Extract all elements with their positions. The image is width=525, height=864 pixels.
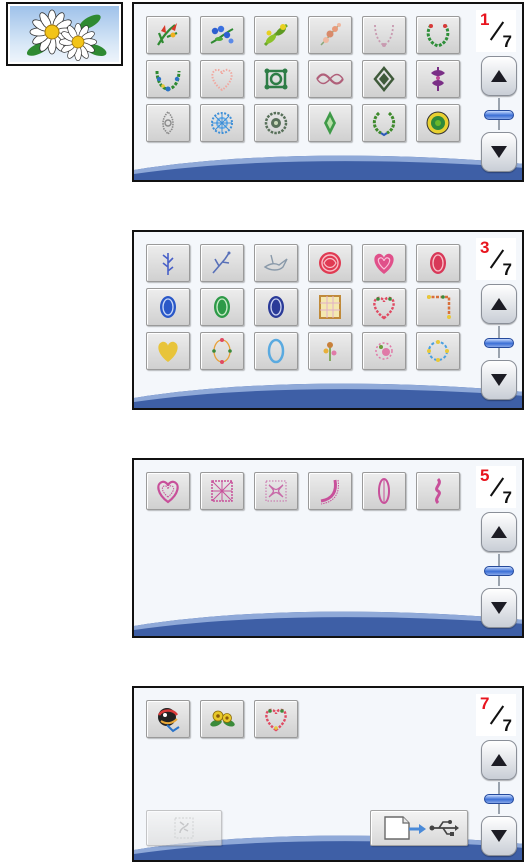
- pattern-button[interactable]: [362, 104, 406, 142]
- embroidery-category-tile[interactable]: [6, 2, 123, 66]
- pattern-button[interactable]: [200, 244, 244, 282]
- pattern-button[interactable]: [362, 472, 406, 510]
- pattern-button[interactable]: [146, 60, 190, 98]
- pattern-button[interactable]: [308, 244, 352, 282]
- pattern-button[interactable]: [416, 60, 460, 98]
- pattern-grid: [146, 244, 460, 370]
- scroll-down-button[interactable]: [481, 360, 517, 400]
- pattern-button[interactable]: [308, 104, 352, 142]
- pattern-grid: [146, 700, 460, 738]
- pattern-button[interactable]: [362, 16, 406, 54]
- pattern-button[interactable]: [254, 700, 298, 738]
- pattern-button[interactable]: [416, 332, 460, 370]
- current-page: 5: [480, 466, 490, 485]
- saved-pattern-icon: [174, 817, 194, 839]
- sunflower-bouquet-icon: [26, 9, 107, 62]
- pattern-button[interactable]: [362, 244, 406, 282]
- pattern-button[interactable]: [416, 288, 460, 326]
- pattern-grid: [146, 472, 460, 510]
- pattern-button[interactable]: [308, 332, 352, 370]
- arrow-down-icon: [491, 602, 507, 614]
- current-page: 7: [480, 694, 490, 713]
- pattern-button[interactable]: [200, 104, 244, 142]
- pattern-button[interactable]: [146, 700, 190, 738]
- pattern-panel-page-1: 1 7: [132, 2, 524, 182]
- current-page: 3: [480, 238, 490, 257]
- pattern-button[interactable]: [254, 288, 298, 326]
- pattern-button[interactable]: [362, 288, 406, 326]
- scroll-up-button[interactable]: [481, 740, 517, 780]
- scroll-thumb[interactable]: [484, 566, 514, 576]
- pattern-button[interactable]: [146, 244, 190, 282]
- scroll-down-button[interactable]: [481, 816, 517, 856]
- scroll-thumb[interactable]: [484, 338, 514, 348]
- arrow-up-icon: [491, 298, 507, 310]
- current-page: 1: [480, 10, 490, 29]
- page-indicator: 7 7: [476, 694, 516, 736]
- pattern-button[interactable]: [200, 16, 244, 54]
- pattern-button[interactable]: [308, 60, 352, 98]
- page-indicator: 3 7: [476, 238, 516, 280]
- pattern-button[interactable]: [146, 104, 190, 142]
- total-pages: 7: [502, 32, 512, 51]
- pattern-button[interactable]: [254, 244, 298, 282]
- pattern-button[interactable]: [146, 332, 190, 370]
- arrow-up-icon: [491, 526, 507, 538]
- pattern-button[interactable]: [200, 288, 244, 326]
- pattern-panel-page-3: 3 7: [132, 230, 524, 410]
- scroll-up-button[interactable]: [481, 56, 517, 96]
- scroll-thumb[interactable]: [484, 110, 514, 120]
- pattern-button[interactable]: [146, 288, 190, 326]
- pattern-panel-page-5: 5 7: [132, 458, 524, 638]
- pattern-button[interactable]: [416, 16, 460, 54]
- arrow-down-icon: [491, 146, 507, 158]
- panel-wave-decoration: [134, 611, 522, 636]
- total-pages: 7: [502, 716, 512, 735]
- page-indicator: 5 7: [476, 466, 516, 508]
- pattern-button[interactable]: [308, 288, 352, 326]
- pattern-button[interactable]: [362, 60, 406, 98]
- scroll-thumb[interactable]: [484, 794, 514, 804]
- pattern-button[interactable]: [362, 332, 406, 370]
- file-to-usb-icon: [384, 816, 459, 840]
- arrow-down-icon: [491, 374, 507, 386]
- pattern-button[interactable]: [308, 16, 352, 54]
- total-pages: 7: [502, 260, 512, 279]
- pattern-button[interactable]: [308, 472, 352, 510]
- pattern-button[interactable]: [254, 16, 298, 54]
- scroll-up-button[interactable]: [481, 512, 517, 552]
- pattern-button[interactable]: [254, 104, 298, 142]
- pattern-button[interactable]: [200, 472, 244, 510]
- pattern-button[interactable]: [146, 472, 190, 510]
- panel-wave-decoration: [134, 155, 522, 180]
- arrow-down-icon: [491, 830, 507, 842]
- page-indicator: 1 7: [476, 10, 516, 52]
- scroll-down-button[interactable]: [481, 132, 517, 172]
- usb-import-button[interactable]: [370, 810, 468, 846]
- pattern-button[interactable]: [254, 332, 298, 370]
- arrow-up-icon: [491, 754, 507, 766]
- total-pages: 7: [502, 488, 512, 507]
- pattern-button[interactable]: [254, 472, 298, 510]
- pattern-button[interactable]: [416, 104, 460, 142]
- pattern-button[interactable]: [254, 60, 298, 98]
- pattern-button[interactable]: [416, 244, 460, 282]
- pattern-panel-page-7: 7 7: [132, 686, 524, 862]
- scroll-up-button[interactable]: [481, 284, 517, 324]
- pattern-grid: [146, 16, 460, 142]
- pattern-button[interactable]: [416, 472, 460, 510]
- pattern-button[interactable]: [200, 332, 244, 370]
- pattern-button[interactable]: [200, 60, 244, 98]
- pattern-button[interactable]: [200, 700, 244, 738]
- scroll-down-button[interactable]: [481, 588, 517, 628]
- panel-wave-decoration: [134, 383, 522, 408]
- pattern-button[interactable]: [146, 16, 190, 54]
- memory-pattern-button[interactable]: [146, 810, 222, 846]
- arrow-up-icon: [491, 70, 507, 82]
